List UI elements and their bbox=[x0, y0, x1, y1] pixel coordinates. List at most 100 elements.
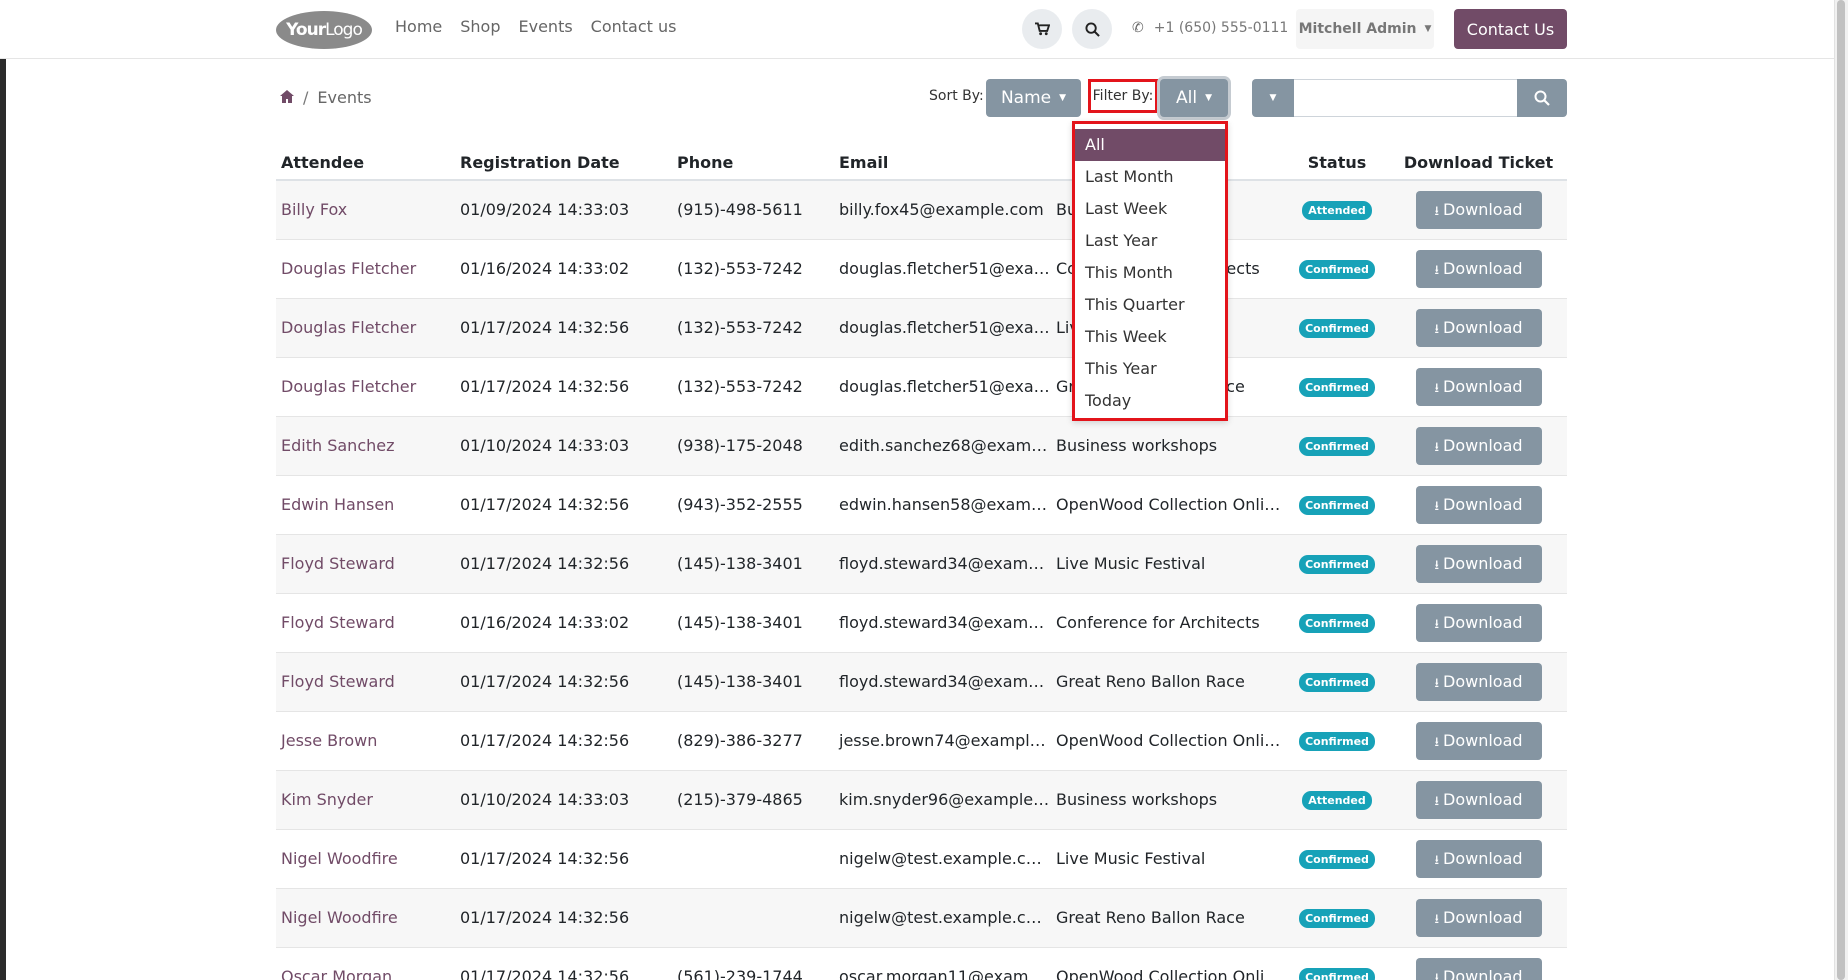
menu-item-events[interactable]: Events bbox=[519, 17, 573, 36]
event-name: Great Reno Ballon Race bbox=[1051, 652, 1284, 712]
cart-icon bbox=[1034, 22, 1050, 36]
download-label: Download bbox=[1443, 258, 1523, 278]
registration-date: 01/17/2024 14:32:56 bbox=[455, 534, 672, 594]
download-button[interactable]: ⭳ Download bbox=[1415, 485, 1542, 524]
sort-dropdown-button[interactable]: Name ▼ bbox=[986, 79, 1081, 117]
download-button[interactable]: ⭳ Download bbox=[1415, 308, 1542, 347]
attendee-name[interactable]: Nigel Woodfire bbox=[276, 829, 455, 889]
attendee-name[interactable]: Edith Sanchez bbox=[276, 416, 455, 476]
phone: (132)-553-7242 bbox=[672, 357, 834, 417]
breadcrumb-current: Events bbox=[317, 88, 372, 107]
attendee-name[interactable]: Douglas Fletcher bbox=[276, 357, 455, 417]
table-row[interactable]: Kim Snyder 01/10/2024 14:33:03 (215)-379-4… bbox=[276, 770, 1567, 830]
download-button[interactable]: ⭳ Download bbox=[1415, 721, 1542, 760]
table-row[interactable]: Jesse Brown 01/17/2024 14:32:56 (829)-386-… bbox=[276, 711, 1567, 771]
table-row[interactable]: Floyd Steward 01/17/2024 14:32:56 (145)-13… bbox=[276, 534, 1567, 594]
filter-option-today[interactable]: Today bbox=[1075, 385, 1225, 417]
col-email[interactable]: Email bbox=[834, 145, 1051, 181]
status-badge: Confirmed bbox=[1299, 673, 1375, 692]
phone: (215)-379-4865 bbox=[672, 770, 834, 830]
download-button[interactable]: ⭳ Download bbox=[1415, 839, 1542, 878]
table-row[interactable]: Edwin Hansen 01/17/2024 14:32:56 (943)-352… bbox=[276, 475, 1567, 535]
attendee-name[interactable]: Kim Snyder bbox=[276, 770, 455, 830]
filter-option-this-year[interactable]: This Year bbox=[1075, 353, 1225, 385]
filter-option-all[interactable]: All bbox=[1075, 129, 1225, 161]
phone-link[interactable]: ✆ +1 (650) 555-0111 bbox=[1132, 20, 1288, 36]
search-scope-dropdown[interactable]: ▼ bbox=[1252, 79, 1294, 117]
download-label: Download bbox=[1443, 435, 1523, 455]
status-cell: Confirmed bbox=[1284, 534, 1390, 594]
download-cell: ⭳ Download bbox=[1390, 593, 1567, 653]
download-button[interactable]: ⭳ Download bbox=[1415, 780, 1542, 819]
search-button[interactable] bbox=[1517, 79, 1567, 117]
attendees-table: Attendee Registration Date Phone Email S… bbox=[276, 145, 1567, 980]
table-row[interactable]: Oscar Morgan 01/17/2024 14:32:56 (561)-239… bbox=[276, 947, 1567, 980]
menu-item-shop[interactable]: Shop bbox=[460, 17, 500, 36]
attendee-name[interactable]: Douglas Fletcher bbox=[276, 239, 455, 299]
attendee-name[interactable]: Nigel Woodfire bbox=[276, 888, 455, 948]
site-logo[interactable]: Your Logo bbox=[276, 11, 372, 49]
scrollbar-thumb[interactable] bbox=[1837, 0, 1845, 980]
table-row[interactable]: Nigel Woodfire 01/17/2024 14:32:56 nigelw@… bbox=[276, 888, 1567, 948]
download-button[interactable]: ⭳ Download bbox=[1415, 957, 1542, 980]
attendee-name[interactable]: Edwin Hansen bbox=[276, 475, 455, 535]
phone bbox=[672, 888, 834, 948]
menu-item-home[interactable]: Home bbox=[395, 17, 442, 36]
filter-option-last-year[interactable]: Last Year bbox=[1075, 225, 1225, 257]
filter-option-last-month[interactable]: Last Month bbox=[1075, 161, 1225, 193]
attendee-name[interactable]: Billy Fox bbox=[276, 180, 455, 240]
download-button[interactable]: ⭳ Download bbox=[1415, 603, 1542, 642]
phone: (561)-239-1744 bbox=[672, 947, 834, 980]
download-icon: ⭳ bbox=[1434, 970, 1440, 980]
registration-date: 01/16/2024 14:33:02 bbox=[455, 239, 672, 299]
attendee-name[interactable]: Floyd Steward bbox=[276, 534, 455, 594]
download-button[interactable]: ⭳ Download bbox=[1415, 190, 1542, 229]
phone: (145)-138-3401 bbox=[672, 593, 834, 653]
registration-date: 01/17/2024 14:32:56 bbox=[455, 947, 672, 980]
table-row[interactable]: Billy Fox 01/09/2024 14:33:03 (915)-498-56… bbox=[276, 180, 1567, 240]
filter-option-this-quarter[interactable]: This Quarter bbox=[1075, 289, 1225, 321]
scrollbar[interactable] bbox=[1834, 0, 1848, 980]
attendee-name[interactable]: Floyd Steward bbox=[276, 652, 455, 712]
download-label: Download bbox=[1443, 907, 1523, 927]
download-button[interactable]: ⭳ Download bbox=[1415, 898, 1542, 937]
user-menu[interactable]: Mitchell Admin ▼ bbox=[1296, 9, 1434, 49]
col-attendee[interactable]: Attendee bbox=[276, 145, 455, 181]
phone-number: +1 (650) 555-0111 bbox=[1153, 20, 1289, 36]
search-toggle-button[interactable] bbox=[1072, 9, 1112, 49]
table-row[interactable]: Edith Sanchez 01/10/2024 14:33:03 (938)-17… bbox=[276, 416, 1567, 476]
table-row[interactable]: Floyd Steward 01/16/2024 14:33:02 (145)-13… bbox=[276, 593, 1567, 653]
col-phone[interactable]: Phone bbox=[672, 145, 834, 181]
col-registration-date[interactable]: Registration Date bbox=[455, 145, 672, 181]
download-icon: ⭳ bbox=[1434, 203, 1440, 219]
table-row[interactable]: Floyd Steward 01/17/2024 14:32:56 (145)-13… bbox=[276, 652, 1567, 712]
filter-dropdown-button[interactable]: All ▼ bbox=[1160, 79, 1228, 117]
download-button[interactable]: ⭳ Download bbox=[1415, 662, 1542, 701]
filter-option-last-week[interactable]: Last Week bbox=[1075, 193, 1225, 225]
table-row[interactable]: Douglas Fletcher 01/17/2024 14:32:56 (132)… bbox=[276, 298, 1567, 358]
col-status[interactable]: Status bbox=[1284, 145, 1390, 181]
home-icon[interactable] bbox=[280, 89, 294, 107]
download-icon: ⭳ bbox=[1434, 321, 1440, 337]
table-row[interactable]: Douglas Fletcher 01/16/2024 14:33:02 (132)… bbox=[276, 239, 1567, 299]
download-button[interactable]: ⭳ Download bbox=[1415, 367, 1542, 406]
download-button[interactable]: ⭳ Download bbox=[1415, 426, 1542, 465]
cart-button[interactable] bbox=[1022, 9, 1062, 49]
attendee-name[interactable]: Oscar Morgan bbox=[276, 947, 455, 980]
filter-option-this-month[interactable]: This Month bbox=[1075, 257, 1225, 289]
attendee-name[interactable]: Jesse Brown bbox=[276, 711, 455, 771]
download-label: Download bbox=[1443, 199, 1523, 219]
phone: (943)-352-2555 bbox=[672, 475, 834, 535]
search-input[interactable] bbox=[1294, 79, 1517, 117]
download-button[interactable]: ⭳ Download bbox=[1415, 249, 1542, 288]
contact-us-button[interactable]: Contact Us bbox=[1454, 9, 1567, 49]
attendee-name[interactable]: Floyd Steward bbox=[276, 593, 455, 653]
email: kim.snyder96@example.com bbox=[834, 770, 1051, 830]
table-row[interactable]: Nigel Woodfire 01/17/2024 14:32:56 nigelw@… bbox=[276, 829, 1567, 889]
download-icon: ⭳ bbox=[1434, 557, 1440, 573]
attendee-name[interactable]: Douglas Fletcher bbox=[276, 298, 455, 358]
download-button[interactable]: ⭳ Download bbox=[1415, 544, 1542, 583]
table-row[interactable]: Douglas Fletcher 01/17/2024 14:32:56 (132)… bbox=[276, 357, 1567, 417]
menu-item-contact[interactable]: Contact us bbox=[591, 17, 677, 36]
filter-option-this-week[interactable]: This Week bbox=[1075, 321, 1225, 353]
